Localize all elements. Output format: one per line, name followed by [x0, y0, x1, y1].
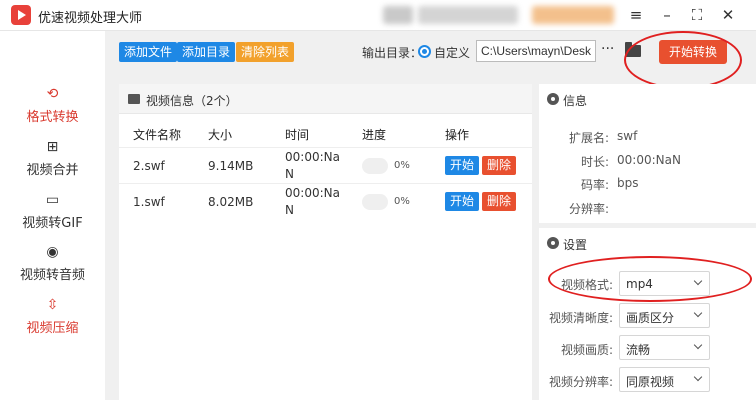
gear-icon [547, 93, 559, 105]
progress-text: 0% [394, 196, 410, 207]
video-quality-label: 视频画质: [560, 343, 613, 357]
start-button[interactable]: 开始 [445, 192, 479, 211]
bitrate-label: 码率: [580, 178, 609, 192]
custom-radio[interactable] [418, 45, 431, 58]
video-panel-header: 视频信息（2个） [119, 84, 532, 114]
sidebar-item-gif[interactable]: ▭ 视频转GIF [0, 192, 105, 231]
blurred-region [383, 6, 413, 24]
file-time-line: 00:00:Na [285, 186, 340, 200]
gear-icon [547, 237, 559, 249]
duration-value: 00:00:NaN [617, 153, 681, 167]
sidebar-item-audio[interactable]: ◉ 视频转音频 [0, 244, 105, 283]
gif-icon: ▭ [45, 192, 60, 208]
video-quality-select[interactable]: 流畅 [619, 335, 710, 360]
annotation-circle [548, 256, 752, 302]
video-quality-value: 流畅 [626, 343, 651, 357]
blurred-region [532, 6, 614, 24]
extension-label: 扩展名: [568, 131, 609, 145]
sidebar-item-label: 视频转GIF [22, 216, 83, 231]
progress-text: 0% [394, 160, 410, 171]
file-name: 2.swf [133, 159, 165, 173]
image-icon [128, 94, 140, 104]
sidebar-item-label: 视频转音频 [19, 268, 85, 283]
chevron-down-icon [693, 340, 703, 350]
resolution-label: 分辨率: [568, 202, 609, 216]
info-panel: 信息 扩展名: swf 时长: 00:00:NaN 码率: bps 分辨率: [539, 84, 756, 223]
file-size: 8.02MB [208, 195, 254, 209]
table-row[interactable]: 2.swf 9.14MB 00:00:Na N 0% 开始 删除 [119, 147, 532, 183]
column-header: 进度 [362, 128, 387, 142]
clear-list-button[interactable]: 清除列表 [236, 42, 295, 62]
sidebar-item-label: 格式转换 [26, 110, 79, 125]
file-time: 00:00:Na N [285, 185, 340, 219]
app-logo-icon [11, 5, 31, 25]
video-clarity-value: 画质区分 [626, 311, 675, 325]
file-time-line: N [285, 203, 294, 217]
extension-value: swf [617, 129, 638, 143]
file-size: 9.14MB [208, 159, 254, 173]
add-directory-button[interactable]: 添加目录 [177, 42, 236, 62]
format-convert-icon: ⟲ [46, 86, 59, 102]
audio-icon: ◉ [46, 244, 59, 260]
merge-icon: ⊞ [46, 139, 59, 155]
delete-button[interactable]: 删除 [482, 192, 516, 211]
video-resolution-value: 同原视频 [626, 375, 675, 389]
sidebar-item-label: 视频压缩 [26, 321, 79, 336]
app-title: 优速视频处理大师 [38, 11, 143, 26]
settings-panel-title: 设置 [563, 238, 588, 252]
settings-panel: 设置 视频格式: mp4 视频清晰度: 画质区分 视频画质: 流畅 视频分辨率:… [539, 228, 756, 400]
file-time-line: N [285, 167, 294, 181]
sidebar-item-format-convert[interactable]: ⟲ 格式转换 [0, 86, 105, 125]
annotation-circle [624, 31, 742, 89]
close-icon[interactable]: ✕ [717, 4, 739, 26]
minimize-icon[interactable]: – [656, 4, 678, 26]
column-header: 大小 [208, 128, 233, 142]
sidebar-item-label: 视频合并 [26, 163, 79, 178]
info-panel-title: 信息 [563, 94, 588, 108]
bitrate-value: bps [617, 176, 639, 190]
column-header: 文件名称 [133, 128, 182, 142]
title-bar: 优速视频处理大师 ≡ – ⛶ ✕ [0, 0, 756, 31]
progress-bar [362, 158, 388, 174]
video-clarity-label: 视频清晰度: [548, 311, 613, 325]
blurred-region [418, 6, 518, 24]
sidebar-item-merge[interactable]: ⊞ 视频合并 [0, 139, 105, 178]
column-header: 操作 [445, 128, 470, 142]
file-time: 00:00:Na N [285, 149, 340, 183]
delete-button[interactable]: 删除 [482, 156, 516, 175]
output-path-input[interactable] [476, 40, 596, 62]
table-row[interactable]: 1.swf 8.02MB 00:00:Na N 0% 开始 删除 [119, 183, 532, 219]
file-time-line: 00:00:Na [285, 150, 340, 164]
sidebar: ⟲ 格式转换 ⊞ 视频合并 ▭ 视频转GIF ◉ 视频转音频 ⇳ 视频压缩 [0, 31, 105, 400]
chevron-down-icon [693, 372, 703, 382]
video-clarity-select[interactable]: 画质区分 [619, 303, 710, 328]
video-resolution-label: 视频分辨率: [548, 375, 613, 389]
start-button[interactable]: 开始 [445, 156, 479, 175]
progress-bar [362, 194, 388, 210]
file-name: 1.swf [133, 195, 165, 209]
chevron-down-icon [693, 308, 703, 318]
fullscreen-icon[interactable]: ⛶ [686, 4, 708, 26]
custom-radio-label: 自定义 [434, 46, 471, 60]
compress-icon: ⇳ [46, 297, 59, 313]
sidebar-item-compress[interactable]: ⇳ 视频压缩 [0, 297, 105, 336]
column-header: 时间 [285, 128, 310, 142]
more-options-button[interactable]: ··· [601, 41, 614, 57]
duration-label: 时长: [580, 155, 609, 169]
video-panel-title: 视频信息（2个） [146, 94, 238, 108]
video-info-panel: 视频信息（2个） 文件名称 大小 时间 进度 操作 2.swf 9.14MB 0… [119, 84, 532, 400]
video-resolution-select[interactable]: 同原视频 [619, 367, 710, 392]
hamburger-icon[interactable]: ≡ [625, 4, 647, 26]
output-dir-label: 输出目录： [362, 46, 423, 60]
add-file-button[interactable]: 添加文件 [119, 42, 178, 62]
